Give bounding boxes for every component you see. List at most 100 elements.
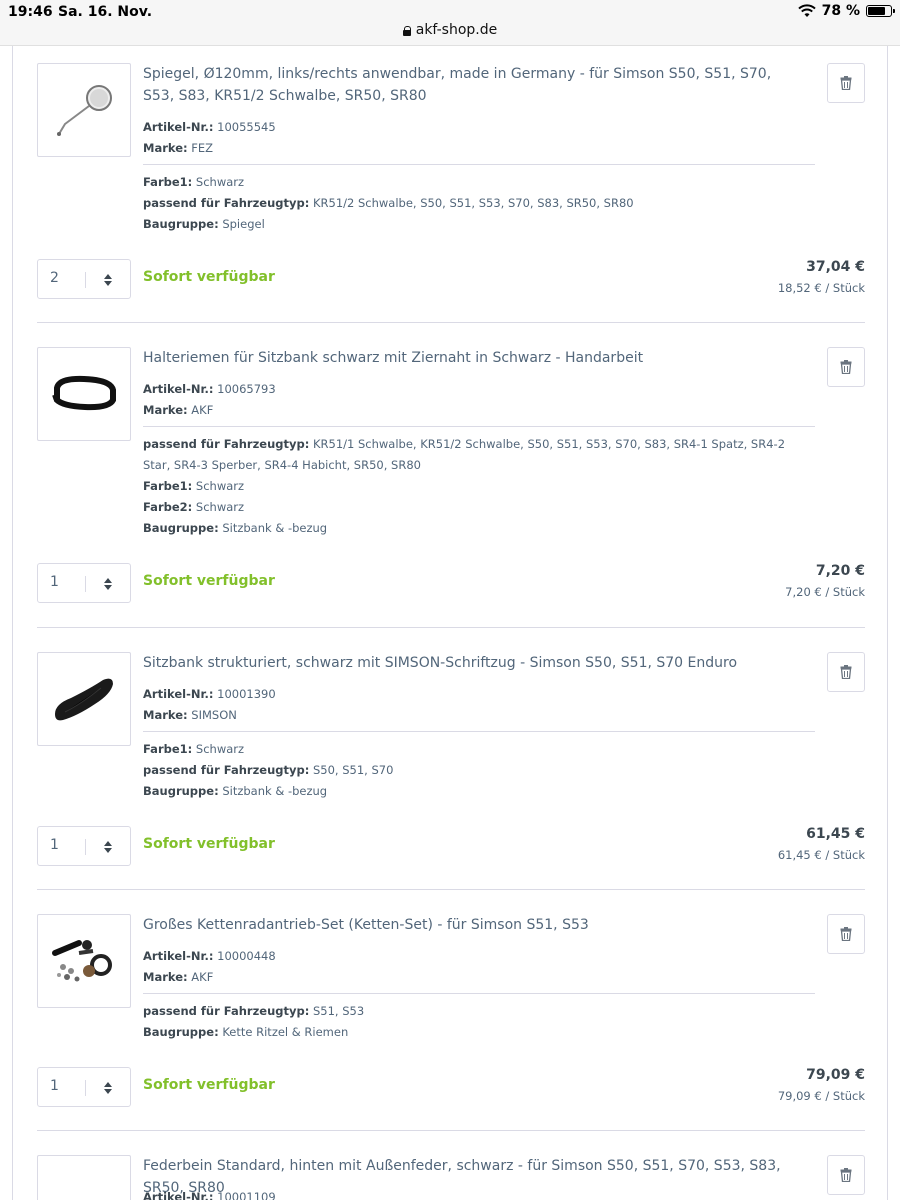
battery-percent: 78 %	[821, 3, 860, 19]
cart-item: Spiegel, Ø120mm, links/rechts anwendbar,…	[37, 63, 865, 303]
quantity-value: 1	[50, 837, 59, 853]
sort-arrows-icon	[104, 274, 112, 286]
article-number: Artikel-Nr.: 10065793	[143, 382, 276, 396]
availability-status: Sofort verfügbar	[143, 836, 275, 852]
product-properties: passend für Fahrzeugtyp: KR51/1 Schwalbe…	[143, 434, 815, 539]
product-title[interactable]: Großes Kettenradantrieb-Set (Ketten-Set)…	[143, 914, 803, 936]
product-image-strap[interactable]	[37, 347, 131, 441]
availability-status: Sofort verfügbar	[143, 1077, 275, 1093]
product-properties: Farbe1: Schwarz passend für Fahrzeugtyp:…	[143, 172, 815, 235]
product-title[interactable]: Halteriemen für Sitzbank schwarz mit Zie…	[143, 347, 803, 369]
property-row: Farbe1: Schwarz	[143, 479, 245, 493]
trash-icon	[840, 360, 852, 374]
unit-price: 79,09 € / Stück	[777, 1089, 865, 1103]
product-properties: passend für Fahrzeugtyp: S51, S53 Baugru…	[143, 1001, 815, 1043]
trash-icon	[840, 665, 852, 679]
total-price: 37,04 €	[806, 259, 865, 275]
browser-status-bar: 19:46 Sa. 16. Nov. 78 % akf-shop.de	[0, 0, 900, 46]
property-row: Farbe1: Schwarz	[143, 175, 245, 189]
quantity-value: 1	[50, 574, 59, 590]
quantity-value: 1	[50, 1078, 59, 1094]
property-row: passend für Fahrzeugtyp: S50, S51, S70	[143, 763, 394, 777]
cart-list: Spiegel, Ø120mm, links/rechts anwendbar,…	[12, 46, 888, 1200]
total-price: 7,20 €	[815, 563, 865, 579]
cart-item: Federbein Standard, hinten mit Außenfede…	[37, 1155, 865, 1200]
product-image-chainset[interactable]	[37, 914, 131, 1008]
product-meta: Artikel-Nr.: 10001109	[143, 1187, 815, 1200]
wifi-icon	[797, 4, 816, 17]
product-meta: Artikel-Nr.: 10001390 Marke: SIMSON	[143, 684, 815, 726]
unit-price: 61,45 € / Stück	[777, 848, 865, 862]
quantity-select[interactable]: 1	[37, 563, 131, 603]
divider	[143, 731, 815, 732]
product-image-shock[interactable]	[37, 1155, 131, 1200]
trash-icon	[840, 927, 852, 941]
item-divider	[37, 1130, 865, 1131]
availability-status: Sofort verfügbar	[143, 573, 275, 589]
sort-arrows-icon	[104, 578, 112, 590]
strap-icon	[52, 375, 116, 411]
brand: Marke: AKF	[143, 403, 214, 417]
product-title[interactable]: Sitzbank strukturiert, schwarz mit SIMSO…	[143, 652, 803, 674]
article-number: Artikel-Nr.: 10000448	[143, 949, 276, 963]
product-properties: Farbe1: Schwarz passend für Fahrzeugtyp:…	[143, 739, 815, 802]
brand: Marke: FEZ	[143, 141, 214, 155]
remove-item-button[interactable]	[827, 914, 865, 954]
url-text[interactable]: akf-shop.de	[416, 22, 497, 38]
property-row: Farbe2: Schwarz	[143, 500, 245, 514]
divider	[143, 993, 815, 994]
status-date: Sa. 16. Nov.	[58, 4, 153, 20]
address-bar[interactable]: akf-shop.de	[0, 22, 900, 38]
product-image-mirror[interactable]	[37, 63, 131, 157]
product-meta: Artikel-Nr.: 10000448 Marke: AKF	[143, 946, 815, 988]
unit-price: 18,52 € / Stück	[777, 281, 865, 295]
unit-price: 7,20 € / Stück	[785, 585, 865, 599]
status-time: 19:46	[8, 4, 53, 20]
article-number: Artikel-Nr.: 10001109	[143, 1190, 276, 1200]
property-row: passend für Fahrzeugtyp: S51, S53	[143, 1004, 365, 1018]
quantity-select[interactable]: 1	[37, 826, 131, 866]
product-image-seat[interactable]	[37, 652, 131, 746]
property-row: passend für Fahrzeugtyp: KR51/1 Schwalbe…	[143, 437, 786, 472]
trash-icon	[840, 76, 852, 90]
article-number: Artikel-Nr.: 10055545	[143, 120, 276, 134]
product-meta: Artikel-Nr.: 10065793 Marke: AKF	[143, 379, 815, 421]
cart-item: Sitzbank strukturiert, schwarz mit SIMSO…	[37, 652, 865, 872]
property-row: Baugruppe: Sitzbank & -bezug	[143, 521, 328, 535]
availability-status: Sofort verfügbar	[143, 269, 275, 285]
item-divider	[37, 322, 865, 323]
quantity-value: 2	[50, 270, 59, 286]
trash-icon	[840, 1168, 852, 1182]
sort-arrows-icon	[104, 841, 112, 853]
cart-item: Halteriemen für Sitzbank schwarz mit Zie…	[37, 347, 865, 607]
sort-arrows-icon	[104, 1082, 112, 1094]
chain-set-icon	[52, 940, 112, 982]
item-divider	[37, 889, 865, 890]
property-row: Baugruppe: Kette Ritzel & Riemen	[143, 1025, 349, 1039]
remove-item-button[interactable]	[827, 652, 865, 692]
quantity-select[interactable]: 2	[37, 259, 131, 299]
shock-absorber-icon	[49, 1172, 119, 1200]
product-title[interactable]: Spiegel, Ø120mm, links/rechts anwendbar,…	[143, 63, 803, 107]
remove-item-button[interactable]	[827, 1155, 865, 1195]
seat-icon	[55, 678, 113, 721]
remove-item-button[interactable]	[827, 347, 865, 387]
product-meta: Artikel-Nr.: 10055545 Marke: FEZ	[143, 117, 815, 159]
mirror-icon	[57, 85, 112, 136]
divider	[143, 164, 815, 165]
total-price: 79,09 €	[806, 1067, 865, 1083]
brand: Marke: AKF	[143, 970, 214, 984]
property-row: Baugruppe: Spiegel	[143, 217, 265, 231]
battery-icon	[866, 5, 895, 17]
status-indicators: 78 %	[797, 3, 895, 19]
lock-icon	[402, 26, 412, 36]
quantity-select[interactable]: 1	[37, 1067, 131, 1107]
property-row: passend für Fahrzeugtyp: KR51/2 Schwalbe…	[143, 196, 634, 210]
remove-item-button[interactable]	[827, 63, 865, 103]
property-row: Farbe1: Schwarz	[143, 742, 245, 756]
brand: Marke: SIMSON	[143, 708, 237, 722]
article-number: Artikel-Nr.: 10001390	[143, 687, 276, 701]
cart-item: Großes Kettenradantrieb-Set (Ketten-Set)…	[37, 914, 865, 1134]
property-row: Baugruppe: Sitzbank & -bezug	[143, 784, 328, 798]
item-divider	[37, 627, 865, 628]
